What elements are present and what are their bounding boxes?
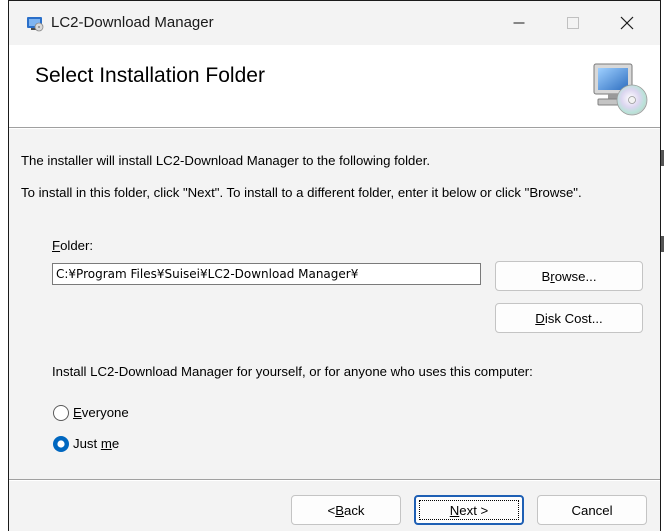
- computer-disc-icon: [593, 63, 648, 116]
- footer-separator-highlight: [9, 480, 660, 481]
- cancel-label: Cancel: [571, 502, 613, 518]
- just-me-radio-label[interactable]: Just me: [73, 436, 119, 451]
- instruction-text: To install in this folder, click "Next".…: [21, 185, 582, 200]
- header-banner: Select Installation Folder: [9, 45, 660, 127]
- just-me-label-post: e: [111, 436, 120, 451]
- background-edge-mark: [661, 150, 664, 166]
- page-title: Select Installation Folder: [35, 64, 265, 87]
- screen-edge-right: [660, 0, 661, 531]
- disk-cost-button[interactable]: Disk Cost...: [495, 303, 643, 333]
- everyone-label-accelerator: E: [73, 405, 82, 420]
- maximize-icon: [567, 17, 579, 29]
- browse-label-pre: B: [541, 268, 551, 284]
- folder-label-rest: older:: [60, 238, 94, 253]
- folder-label-accelerator: F: [52, 238, 61, 253]
- folder-label: Folder:: [52, 238, 93, 253]
- browse-label-post: owse...: [554, 268, 597, 284]
- focus-rectangle: [419, 500, 519, 520]
- everyone-radio[interactable]: [52, 404, 70, 422]
- intro-text: The installer will install LC2-Download …: [21, 153, 431, 168]
- background-edge-mark: [661, 236, 664, 252]
- close-icon: [620, 16, 634, 30]
- just-me-label-pre: Just: [73, 436, 101, 451]
- next-button[interactable]: Next >: [414, 495, 524, 525]
- cancel-button[interactable]: Cancel: [537, 495, 647, 525]
- back-label-pre: <: [327, 502, 336, 518]
- everyone-radio-label[interactable]: Everyone: [73, 405, 129, 420]
- window-title: LC2-Download Manager: [51, 14, 214, 31]
- back-label-accelerator: B: [335, 502, 344, 518]
- installer-window: LC2-Download Manager Select Installation…: [9, 1, 660, 531]
- everyone-label-rest: veryone: [81, 405, 129, 420]
- folder-path-input[interactable]: [52, 263, 481, 285]
- back-label-post: ack: [343, 502, 365, 518]
- disk-cost-label-accelerator: D: [535, 310, 545, 326]
- disk-cost-label-rest: isk Cost...: [544, 310, 603, 326]
- maximize-button[interactable]: [550, 1, 596, 45]
- installer-app-icon: [27, 17, 44, 32]
- install-scope-prompt: Install LC2-Download Manager for yoursel…: [52, 364, 533, 379]
- browse-button[interactable]: Br owse...: [495, 261, 643, 291]
- banner-separator-highlight: [9, 128, 660, 129]
- title-bar[interactable]: LC2-Download Manager: [9, 1, 660, 45]
- minimize-icon: [513, 22, 525, 24]
- minimize-button[interactable]: [496, 1, 542, 45]
- just-me-label-accelerator: m: [100, 436, 112, 451]
- close-button[interactable]: [604, 1, 650, 45]
- just-me-radio[interactable]: [52, 435, 70, 453]
- back-button[interactable]: < Back: [291, 495, 401, 525]
